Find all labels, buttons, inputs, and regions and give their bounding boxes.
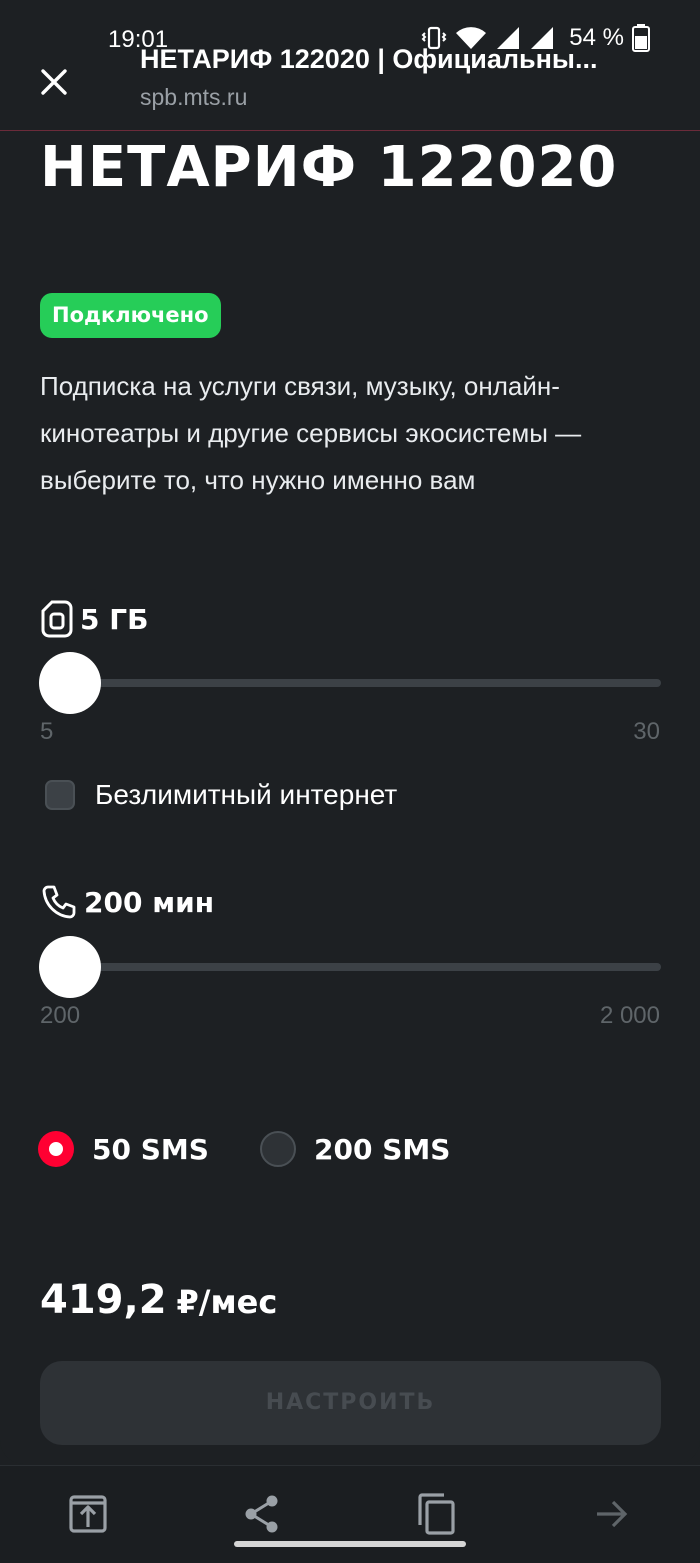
sms-label-50[interactable]: 50 SMS [92,1133,209,1166]
sim-card-icon [41,600,73,638]
open-in-app-icon [69,1495,107,1533]
open-in-app-button[interactable] [60,1486,116,1542]
minutes-slider-min: 200 [40,1002,81,1029]
share-button[interactable] [234,1486,290,1542]
bottom-toolbar [0,1465,700,1563]
tariff-title: НЕТАРИФ 122020 [40,135,618,200]
page-title: НЕТАРИФ 122020 | Официальны... [140,44,598,74]
internet-slider[interactable] [39,651,661,715]
unlimited-internet-checkbox[interactable] [45,780,75,810]
copy-icon [418,1493,455,1535]
close-button[interactable] [34,62,74,102]
internet-slider-min: 5 [40,718,54,745]
price: 419,2 ₽/мес [40,1277,277,1323]
sms-label-200[interactable]: 200 SMS [314,1133,450,1166]
internet-slider-max: 30 [633,718,660,745]
close-icon [41,69,67,95]
unlimited-internet-label[interactable]: Безлимитный интернет [95,779,397,811]
sms-option-50[interactable]: 50 SMS [38,1131,209,1167]
internet-value: 5 ГБ [80,602,149,636]
status-badge: Подключено [40,293,221,338]
forward-button[interactable] [584,1486,640,1542]
price-unit: ₽/мес [176,1283,278,1321]
configure-button[interactable]: НАСТРОИТЬ [40,1361,661,1445]
sms-option-200[interactable]: 200 SMS [260,1131,450,1167]
forward-arrow-icon [597,1500,628,1528]
minutes-slider-track[interactable] [40,963,661,971]
custom-tab-bar: НЕТАРИФ 122020 | Официальны... spb.mts.r… [0,40,700,131]
minutes-label: 200 мин [40,883,214,921]
page: 19:01 54 % НЕТАРИФ 122020 | Официальны..… [0,0,700,1563]
sms-radio-200[interactable] [260,1131,296,1167]
minutes-slider-thumb[interactable] [39,936,101,998]
internet-slider-track[interactable] [40,679,661,687]
phone-icon [42,885,76,919]
minutes-slider-max: 2 000 [599,1002,660,1029]
internet-slider-thumb[interactable] [39,652,101,714]
sms-radio-50[interactable] [38,1131,74,1167]
unlimited-internet-row[interactable]: Безлимитный интернет [45,779,397,811]
price-value: 419,2 [40,1277,167,1323]
page-domain: spb.mts.ru [140,84,248,110]
home-indicator[interactable] [234,1541,466,1547]
share-icon [245,1495,278,1533]
tariff-description: Подписка на услуги связи, музыку, онлайн… [40,371,582,495]
internet-label: 5 ГБ [40,599,148,639]
copy-button[interactable] [408,1486,464,1542]
minutes-value: 200 мин [84,885,215,919]
minutes-slider[interactable] [39,935,661,999]
